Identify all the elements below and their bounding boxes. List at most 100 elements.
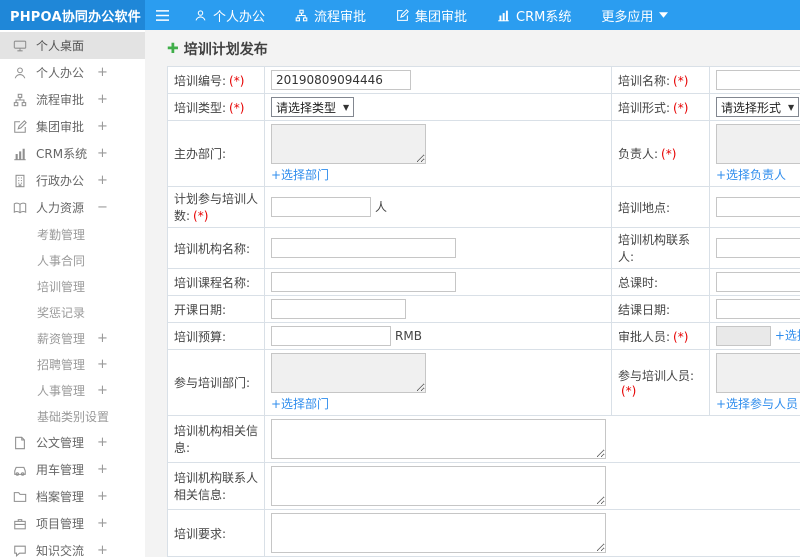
- org-info-label: 培训机构相关信息:: [174, 424, 259, 455]
- sidebar-subitem-salary[interactable]: 薪资管理 +: [0, 325, 145, 351]
- expand-icon[interactable]: +: [97, 489, 108, 504]
- expand-icon[interactable]: +: [97, 331, 108, 346]
- join-people-textarea[interactable]: [716, 353, 800, 393]
- user-icon: [13, 66, 27, 80]
- requirements-label: 培训要求:: [174, 526, 227, 541]
- host-dept-textarea[interactable]: [271, 124, 426, 164]
- sidebar-item-archive-mgmt[interactable]: 档案管理 +: [0, 483, 145, 510]
- required-mark: (*): [193, 209, 209, 223]
- org-name-label: 培训机构名称:: [174, 241, 251, 256]
- total-hours-input[interactable]: [716, 272, 800, 292]
- start-date-label: 开课日期:: [174, 302, 227, 317]
- form-row: 培训要求:: [167, 509, 800, 557]
- training-name-input[interactable]: [716, 70, 800, 90]
- hamburger-menu-icon[interactable]: [145, 0, 179, 30]
- sidebar-item-label: 项目管理: [36, 517, 85, 531]
- training-name-label: 培训名称:: [618, 73, 671, 88]
- sidebar-item-personal-office[interactable]: 个人办公 +: [0, 59, 145, 86]
- training-form-select[interactable]: 请选择形式 ▼: [716, 97, 800, 117]
- org-contact-info-textarea[interactable]: [271, 466, 606, 506]
- course-name-input[interactable]: [271, 272, 456, 292]
- topmenu-workflow-approval[interactable]: 流程审批: [280, 0, 381, 30]
- org-contact-info-label: 培训机构联系人相关信息:: [174, 471, 259, 502]
- location-label: 培训地点:: [618, 200, 671, 215]
- sidebar-item-label: 流程审批: [36, 93, 85, 107]
- end-date-input[interactable]: [716, 299, 800, 319]
- required-mark: (*): [673, 100, 689, 115]
- select-join-dept-link[interactable]: +选择部门: [271, 397, 329, 411]
- sidebar-subitem-attendance[interactable]: 考勤管理: [0, 221, 145, 247]
- topmenu-label: 集团审批: [415, 9, 468, 25]
- user-icon: [194, 9, 207, 22]
- training-type-select[interactable]: 请选择类型 ▼: [271, 97, 355, 117]
- location-input[interactable]: [716, 197, 800, 217]
- topmenu-group-approval[interactable]: 集团审批: [381, 0, 482, 30]
- expand-icon[interactable]: +: [97, 146, 108, 161]
- flow-icon: [13, 93, 27, 107]
- sidebar-item-document-mgmt[interactable]: 公文管理 +: [0, 429, 145, 456]
- expand-icon[interactable]: +: [97, 92, 108, 107]
- approver-input[interactable]: [716, 326, 771, 346]
- select-host-dept-link[interactable]: +选择部门: [271, 168, 329, 182]
- chat-icon: [13, 544, 27, 557]
- leader-textarea[interactable]: [716, 124, 800, 164]
- sidebar-item-knowledge[interactable]: 知识交流 +: [0, 537, 145, 557]
- sidebar-subitem-recruit[interactable]: 招聘管理 +: [0, 351, 145, 377]
- select-leader-link[interactable]: +选择负责人: [716, 168, 786, 182]
- org-info-textarea[interactable]: [271, 419, 606, 459]
- training-type-label: 培训类型:: [174, 100, 227, 115]
- sidebar-subitem-hr-contract[interactable]: 人事合同: [0, 247, 145, 273]
- sidebar-item-hr[interactable]: 人力资源 −: [0, 194, 145, 221]
- select-join-people-link[interactable]: +选择参与人员: [716, 397, 798, 411]
- expand-icon[interactable]: +: [97, 383, 108, 398]
- budget-input[interactable]: [271, 326, 391, 346]
- sidebar-item-label: 招聘管理: [37, 357, 86, 372]
- expand-icon[interactable]: +: [97, 435, 108, 450]
- sidebar-subitem-personnel[interactable]: 人事管理 +: [0, 377, 145, 403]
- sidebar-item-label: 薪资管理: [37, 331, 86, 346]
- sidebar-subitem-base-category[interactable]: 基础类别设置: [0, 403, 145, 429]
- course-name-label: 培训课程名称:: [174, 275, 251, 290]
- expand-icon[interactable]: +: [97, 119, 108, 134]
- expand-icon[interactable]: +: [97, 65, 108, 80]
- expand-icon[interactable]: +: [97, 173, 108, 188]
- sidebar-item-workflow-approval[interactable]: 流程审批 +: [0, 86, 145, 113]
- topmenu-more-apps[interactable]: 更多应用: [586, 0, 683, 30]
- topmenu-label: CRM系统: [516, 9, 572, 25]
- car-icon: [13, 463, 27, 477]
- folder-icon: [13, 490, 27, 504]
- planned-count-input[interactable]: [271, 197, 371, 217]
- join-dept-textarea[interactable]: [271, 353, 426, 393]
- training-no-input[interactable]: [271, 70, 411, 90]
- start-date-input[interactable]: [271, 299, 406, 319]
- sidebar-item-desktop[interactable]: 个人桌面: [0, 32, 145, 59]
- page-title: ✚ 培训计划发布: [167, 40, 800, 58]
- sidebar-item-vehicle-mgmt[interactable]: 用车管理 +: [0, 456, 145, 483]
- sidebar-item-group-approval[interactable]: 集团审批 +: [0, 113, 145, 140]
- leader-label: 负责人:: [618, 147, 659, 161]
- expand-icon[interactable]: +: [97, 543, 108, 557]
- app-logo: PHPOA协同办公软件: [0, 0, 145, 30]
- select-approver-link[interactable]: +选择审批人员: [775, 329, 800, 343]
- sidebar-subitem-training[interactable]: 培训管理: [0, 273, 145, 299]
- required-mark: (*): [661, 147, 677, 161]
- chevron-down-icon: ▼: [788, 102, 795, 112]
- select-value: 请选择形式: [721, 100, 782, 115]
- org-contact-input[interactable]: [716, 238, 800, 258]
- sidebar-item-admin-office[interactable]: 行政办公 +: [0, 167, 145, 194]
- topmenu-personal-office[interactable]: 个人办公: [179, 0, 280, 30]
- approver-label: 审批人员:: [618, 329, 671, 344]
- expand-icon[interactable]: +: [97, 516, 108, 531]
- sidebar: 个人桌面 个人办公 + 流程审批 + 集团审批 + CRM系统 + 行政办公 +: [0, 30, 145, 557]
- org-name-input[interactable]: [271, 238, 456, 258]
- chevron-down-icon: ▼: [343, 102, 350, 112]
- expand-icon[interactable]: +: [97, 357, 108, 372]
- topmenu-crm[interactable]: CRM系统: [482, 0, 586, 30]
- expand-icon[interactable]: +: [97, 462, 108, 477]
- requirements-textarea[interactable]: [271, 513, 606, 553]
- sidebar-item-crm[interactable]: CRM系统 +: [0, 140, 145, 167]
- sidebar-subitem-rewards[interactable]: 奖惩记录: [0, 299, 145, 325]
- sidebar-item-project-mgmt[interactable]: 项目管理 +: [0, 510, 145, 537]
- sidebar-item-label: CRM系统: [36, 147, 88, 161]
- collapse-icon[interactable]: −: [97, 200, 108, 215]
